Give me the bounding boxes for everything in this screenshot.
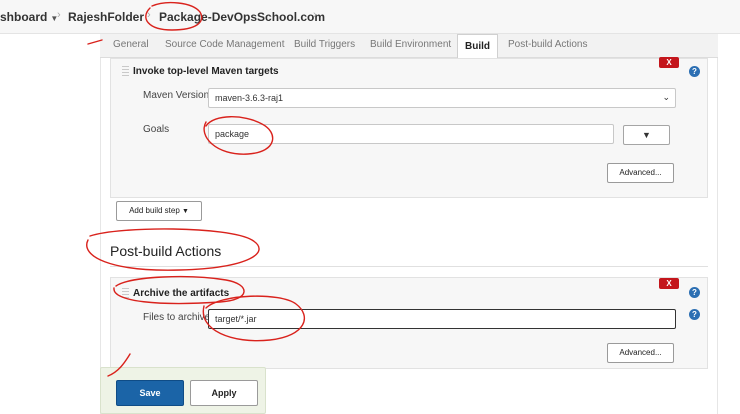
chevron-down-icon: ⌄	[662, 92, 670, 102]
tab-source-code-management[interactable]: Source Code Management	[165, 39, 285, 50]
add-build-step-label: Add build step	[129, 206, 180, 215]
breadcrumb-dashboard-label: shboard	[0, 10, 48, 24]
section-divider	[110, 266, 708, 267]
chevron-down-icon: ▼	[182, 208, 189, 215]
save-button[interactable]: Save	[116, 380, 184, 406]
maven-advanced-button[interactable]: Advanced...	[607, 163, 674, 183]
archive-advanced-button[interactable]: Advanced...	[607, 343, 674, 363]
delete-step-button[interactable]: X	[659, 57, 679, 68]
goals-label: Goals	[143, 124, 170, 135]
expand-goals-button[interactable]: ▼	[623, 125, 670, 145]
content-border	[100, 58, 101, 414]
tab-build[interactable]: Build	[457, 34, 498, 59]
tab-build-environment[interactable]: Build Environment	[370, 39, 451, 50]
delete-action-button[interactable]: X	[659, 278, 679, 289]
breadcrumb-job[interactable]: Package-DevOpsSchool.com	[159, 10, 325, 24]
goals-input[interactable]: package	[208, 124, 614, 144]
post-build-heading: Post-build Actions	[110, 243, 222, 259]
config-tabbar: General Source Code Management Build Tri…	[100, 34, 718, 59]
maven-step-title: Invoke top-level Maven targets	[133, 66, 279, 77]
help-icon[interactable]: ?	[689, 66, 700, 77]
help-icon[interactable]: ?	[689, 287, 700, 298]
help-icon[interactable]: ?	[689, 309, 700, 320]
tab-general[interactable]: General	[113, 39, 149, 50]
add-build-step-button[interactable]: Add build step ▼	[116, 201, 202, 221]
breadcrumb-folder[interactable]: RajeshFolder	[68, 10, 144, 24]
tab-post-build-actions[interactable]: Post-build Actions	[508, 39, 588, 50]
archive-step-title: Archive the artifacts	[133, 288, 230, 299]
maven-version-label: Maven Version	[143, 90, 210, 101]
drag-handle[interactable]	[122, 66, 129, 76]
breadcrumb-separator: ›	[147, 9, 151, 21]
files-to-archive-label: Files to archive	[143, 312, 211, 323]
drag-handle[interactable]	[122, 288, 129, 298]
breadcrumb-dashboard[interactable]: shboard ▼	[0, 10, 58, 24]
goals-value: package	[215, 129, 250, 139]
tab-build-triggers[interactable]: Build Triggers	[294, 39, 355, 50]
maven-version-select[interactable]: maven-3.6.3-raj1 ⌄	[208, 88, 676, 108]
apply-button[interactable]: Apply	[190, 380, 258, 406]
expand-arrow-icon: ▼	[642, 130, 651, 140]
files-to-archive-value: target/*.jar	[215, 314, 257, 324]
maven-version-value: maven-3.6.3-raj1	[215, 93, 284, 103]
breadcrumb: shboard ▼ › RajeshFolder › Package-DevOps…	[0, 0, 740, 34]
files-to-archive-input[interactable]: target/*.jar	[208, 309, 676, 329]
breadcrumb-separator: ›	[57, 9, 61, 21]
jenkins-config-page: shboard ▼ › RajeshFolder › Package-DevOps…	[0, 0, 740, 414]
content-border	[717, 58, 718, 414]
breadcrumb-separator: ›	[313, 9, 317, 21]
